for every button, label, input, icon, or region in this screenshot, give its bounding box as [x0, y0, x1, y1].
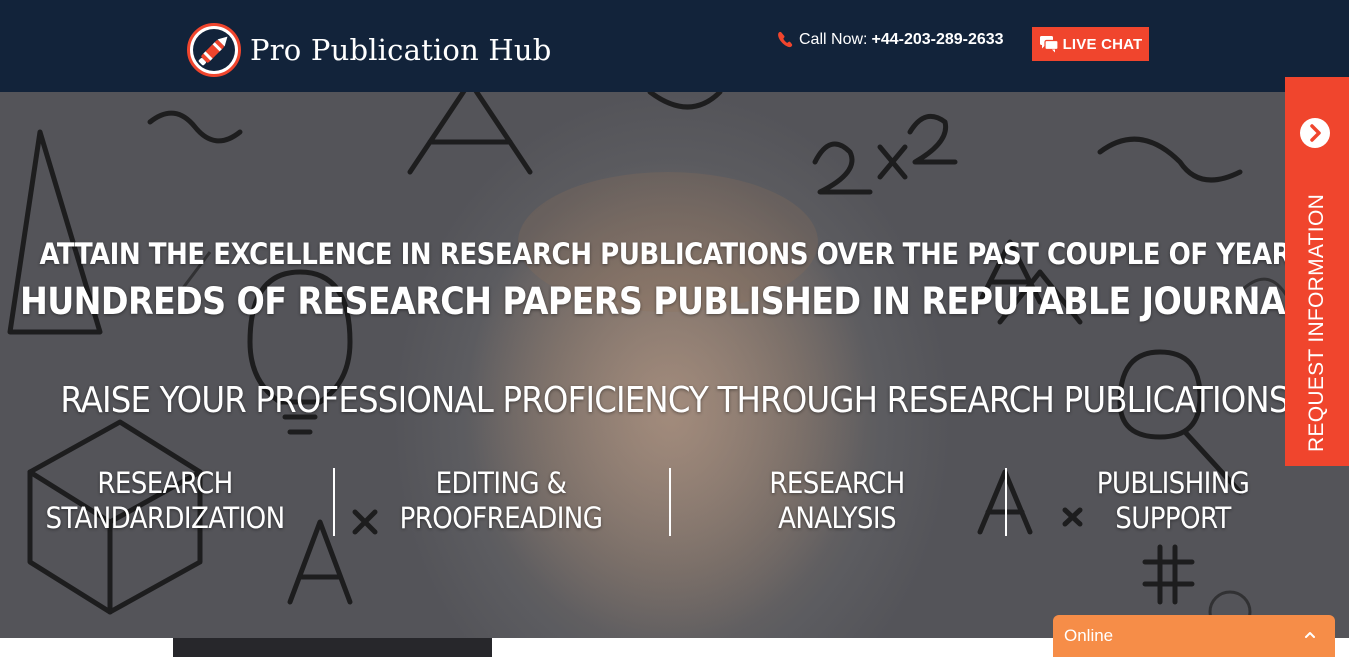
brand-logo[interactable]: Pro Publication Hub	[186, 22, 552, 78]
request-information-label: REQUEST INFORMATION	[1305, 193, 1328, 453]
request-information-tab[interactable]: REQUEST INFORMATION	[1285, 77, 1349, 466]
pen-logo-icon	[187, 23, 241, 77]
hero-subheadline: RAISE YOUR PROFESSIONAL PROFICIENCY THRO…	[60, 380, 1289, 421]
service-features: RESEARCH STANDARDIZATION EDITING & PROOF…	[0, 466, 1349, 538]
chat-status-label: Online	[1064, 626, 1114, 645]
phone-icon	[778, 31, 793, 48]
online-chat-widget[interactable]: Online	[1053, 615, 1335, 657]
feature-line: RESEARCH	[769, 466, 905, 500]
dark-content-block	[173, 638, 492, 657]
chevron-up-icon	[1305, 632, 1315, 638]
call-now-label: Call Now:	[799, 31, 868, 48]
live-chat-button[interactable]: LIVE CHAT	[1032, 27, 1149, 61]
feature-divider	[669, 468, 671, 536]
feature-line: PUBLISHING	[1096, 466, 1250, 500]
feature-line: STANDARDIZATION	[45, 501, 285, 535]
feature-line: ANALYSIS	[778, 501, 896, 535]
phone-number[interactable]: +44-203-289-2633	[871, 31, 1003, 49]
feature-research-standardization[interactable]: RESEARCH STANDARDIZATION	[0, 466, 330, 536]
feature-line: RESEARCH	[97, 466, 233, 500]
contact-info: Call Now: +44-203-289-2633	[776, 30, 1004, 50]
chevron-right-circle-icon	[1300, 118, 1330, 148]
feature-divider	[333, 468, 335, 536]
brand-name: Pro Publication Hub	[250, 32, 552, 67]
hero-background-doodles	[7, 92, 1292, 638]
feature-line: EDITING &	[435, 466, 567, 500]
feature-line: PROOFREADING	[399, 501, 603, 535]
feature-research-analysis[interactable]: RESEARCH ANALYSIS	[672, 466, 1002, 536]
feature-divider	[1005, 468, 1007, 536]
hero-banner: ATTAIN THE EXCELLENCE IN RESEARCH PUBLIC…	[0, 92, 1349, 638]
hero-headline-1: ATTAIN THE EXCELLENCE IN RESEARCH PUBLIC…	[39, 237, 1310, 271]
page: Pro Publication Hub Call Now: +44-203-28…	[0, 0, 1349, 657]
site-header: Pro Publication Hub Call Now: +44-203-28…	[0, 0, 1349, 92]
hero-headline-2: HUNDREDS OF RESEARCH PAPERS PUBLISHED IN…	[19, 280, 1330, 323]
feature-editing-proofreading[interactable]: EDITING & PROOFREADING	[336, 466, 666, 536]
feature-publishing-support[interactable]: PUBLISHING SUPPORT	[1008, 466, 1338, 536]
chat-bubble-icon	[1039, 36, 1059, 53]
live-chat-label: LIVE CHAT	[1062, 35, 1143, 53]
feature-line: SUPPORT	[1115, 501, 1231, 535]
